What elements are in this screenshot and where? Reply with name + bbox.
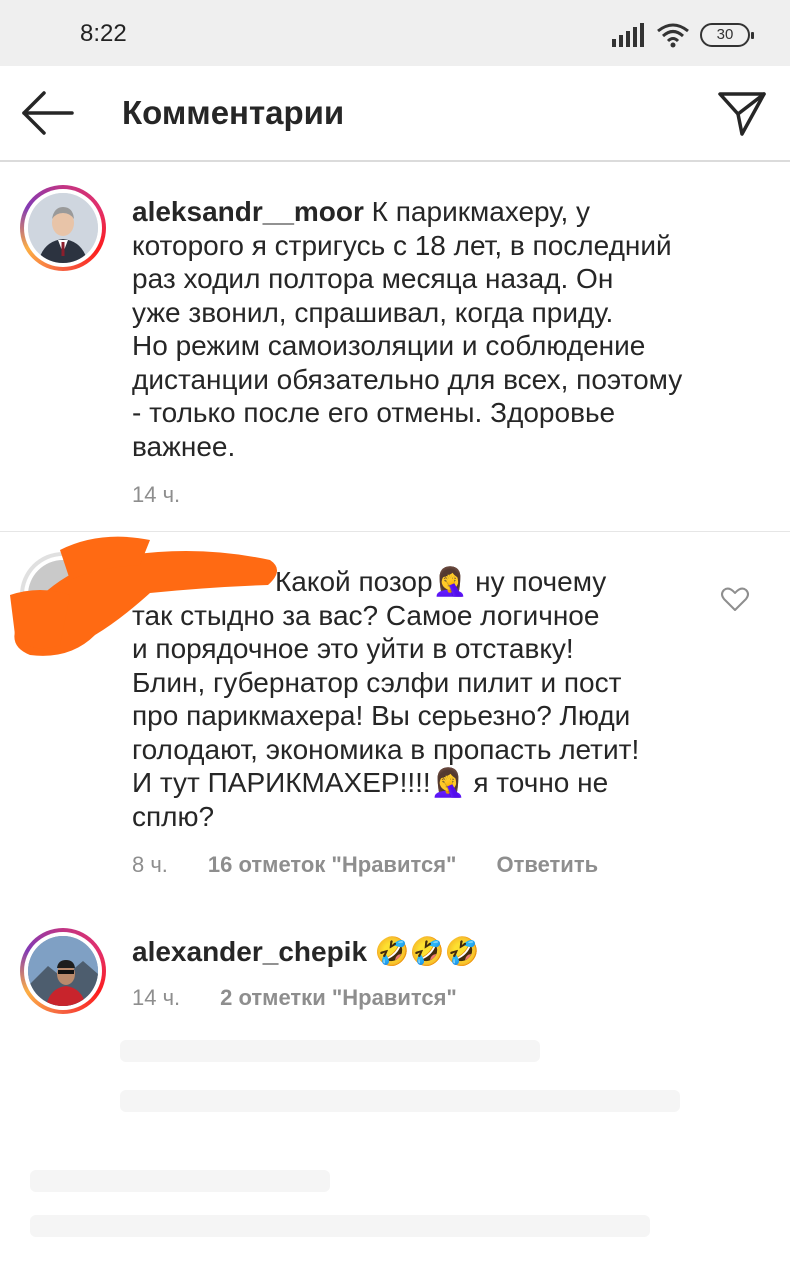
likes-count[interactable]: 16 отметок "Нравится"	[208, 852, 457, 878]
direct-send-icon[interactable]	[716, 88, 768, 140]
status-time: 8:22	[80, 20, 127, 47]
battery-indicator: 30	[700, 23, 754, 47]
like-button[interactable]	[720, 584, 750, 614]
wifi-icon	[657, 23, 689, 48]
blurred-content	[120, 1040, 540, 1062]
comment-text: alexander_chepik 🤣🤣🤣	[132, 936, 480, 967]
username[interactable]: aleksandr__moor	[132, 196, 364, 227]
status-bar: 8:22 30	[0, 0, 790, 66]
comment-time: 8 ч.	[132, 852, 168, 877]
direct-send-button[interactable]	[716, 88, 768, 140]
back-arrow-icon[interactable]	[18, 88, 78, 138]
comment-time: 14 ч.	[132, 985, 181, 1010]
avatar-person-image	[28, 936, 98, 1006]
status-icons: 30	[612, 20, 754, 50]
comments-header: Комментарии	[0, 66, 790, 162]
blurred-content	[120, 1090, 680, 1112]
comment-text: Какой позор🤦‍♀️ ну почему так стыдно за …	[132, 566, 640, 832]
comment-meta: 14 ч.	[132, 482, 180, 508]
reply-button[interactable]: Ответить	[496, 852, 598, 878]
comment-meta: 14 ч. 2 отметки "Нравится"	[132, 985, 457, 1011]
comment-meta: 8 ч. 16 отметок "Нравится" Ответить	[132, 852, 598, 878]
blurred-content	[30, 1170, 330, 1192]
page-title: Комментарии	[122, 94, 345, 131]
signal-icon	[612, 23, 644, 47]
username[interactable]: alexander_chepik	[132, 936, 367, 967]
blurred-content	[30, 1215, 650, 1237]
avatar[interactable]	[20, 552, 106, 638]
avatar[interactable]	[20, 185, 106, 271]
avatar-person-image	[28, 193, 98, 263]
likes-count[interactable]: 2 отметки "Нравится"	[220, 985, 457, 1011]
heart-icon[interactable]	[720, 584, 750, 614]
back-button[interactable]	[18, 88, 78, 138]
caption-divider	[0, 531, 790, 532]
comment-time: 14 ч.	[132, 482, 181, 507]
caption-text: aleksandr__moor К парикмахеру, у которог…	[132, 196, 683, 462]
avatar[interactable]	[20, 928, 106, 1014]
